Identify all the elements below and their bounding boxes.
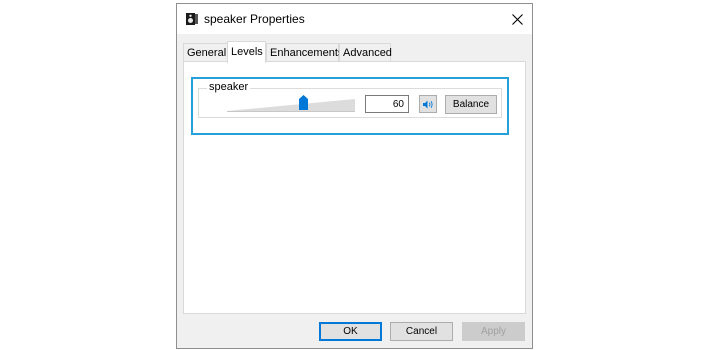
levels-panel: speaker Balance [183, 61, 526, 314]
mute-button[interactable] [419, 95, 437, 113]
window-title: speaker Properties [204, 12, 305, 26]
tab-enhancements[interactable]: Enhancements [266, 43, 343, 61]
volume-slider-track[interactable] [227, 99, 355, 112]
tab-levels[interactable]: Levels [227, 41, 266, 63]
device-group: speaker Balance [198, 81, 502, 118]
device-label: speaker [207, 81, 251, 93]
device-level-box: speaker Balance [191, 77, 509, 135]
properties-dialog: speaker Properties General Levels Enhanc… [176, 3, 533, 349]
ok-button[interactable]: OK [319, 322, 382, 341]
speaker-unmuted-icon [422, 100, 433, 108]
tab-general[interactable]: General [183, 43, 228, 61]
cancel-button[interactable]: Cancel [390, 322, 453, 341]
volume-slider-thumb[interactable] [299, 95, 309, 110]
volume-level-input[interactable] [365, 95, 409, 113]
close-icon [511, 13, 523, 25]
speaker-icon [185, 12, 199, 26]
balance-button[interactable]: Balance [445, 95, 497, 114]
tab-advanced[interactable]: Advanced [339, 43, 392, 61]
close-button[interactable] [502, 4, 532, 34]
title-bar[interactable]: speaker Properties [177, 4, 532, 34]
apply-button[interactable]: Apply [462, 322, 525, 341]
